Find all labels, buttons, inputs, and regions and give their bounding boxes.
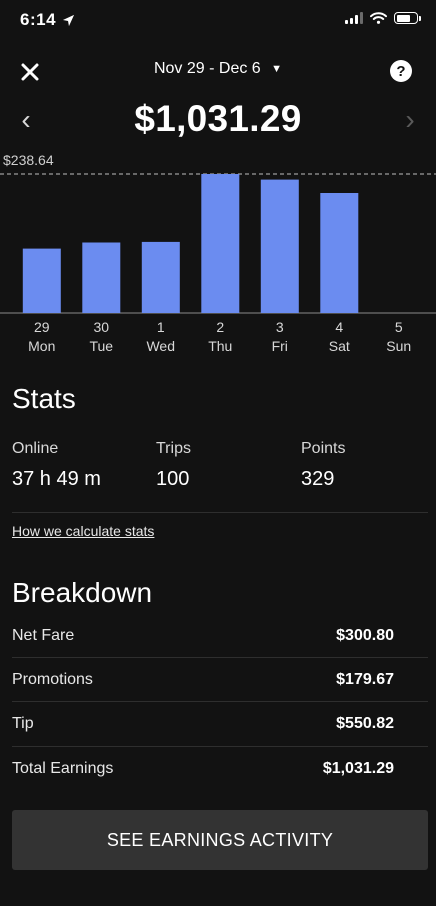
chart-bar-wed[interactable] — [141, 241, 180, 313]
stat-online-value: 37 h 49 m — [12, 468, 101, 490]
chart-day-name: Tue — [89, 338, 114, 354]
chart-day-number: 29 — [33, 319, 50, 335]
stat-points-value: 329 — [301, 468, 335, 490]
stat-trips-value: 100 — [156, 468, 190, 490]
chart-day-name: Wed — [146, 338, 176, 354]
chart-day-label: 1 Wed — [133, 318, 189, 356]
chart-bar-thu[interactable] — [201, 174, 240, 313]
help-button[interactable]: ? — [390, 60, 412, 82]
close-icon — [21, 63, 39, 81]
next-week-button[interactable]: › — [400, 104, 420, 136]
chart-day-label: 30 Tue — [73, 318, 129, 356]
see-earnings-activity-label: SEE EARNINGS ACTIVITY — [106, 829, 334, 850]
cellular-signal-icon — [345, 12, 363, 24]
status-bar-time: 6:14 — [20, 10, 75, 30]
breakdown-net-fare-value: $300.80 — [336, 627, 394, 644]
chart-day-number: 4 — [335, 319, 344, 335]
chart-day-name: Sat — [328, 338, 350, 354]
chart-day-name: Fri — [271, 338, 288, 354]
breakdown-total-value: $1,031.29 — [322, 760, 394, 777]
divider — [12, 512, 428, 513]
chart-day-name: Mon — [28, 338, 56, 354]
chart-day-label: 4 Sat — [311, 318, 367, 356]
wifi-icon — [370, 12, 387, 24]
chart-day-number: 2 — [216, 319, 225, 335]
chevron-down-icon: ▼ — [271, 62, 283, 75]
status-time: 6:14 — [20, 10, 57, 29]
stat-online-label: Online — [12, 440, 59, 457]
breakdown-title: Breakdown — [12, 577, 153, 608]
total-earnings: $1,031.29 — [134, 98, 302, 139]
divider — [12, 657, 428, 658]
question-mark-icon: ? — [396, 62, 406, 80]
chart-day-label: 3 Fri — [252, 318, 308, 356]
chart-day-name: Thu — [208, 338, 233, 354]
chart-day-number: 3 — [275, 319, 284, 335]
breakdown-tip-label: Tip — [12, 715, 34, 732]
chart-bar-sat[interactable] — [320, 193, 359, 313]
breakdown-tip-value: $550.82 — [336, 715, 394, 732]
stat-points-label: Points — [301, 440, 346, 457]
chart-bar-fri[interactable] — [260, 179, 299, 313]
breakdown-promotions-value: $179.67 — [336, 671, 394, 688]
breakdown-net-fare-label: Net Fare — [12, 627, 75, 644]
close-button[interactable] — [16, 58, 44, 86]
see-earnings-activity-button[interactable]: SEE EARNINGS ACTIVITY — [12, 810, 428, 870]
chart-day-label: 2 Thu — [192, 318, 248, 356]
chart-day-label: 29 Mon — [14, 318, 70, 356]
stats-title: Stats — [12, 383, 76, 414]
date-range-label: Nov 29 - Dec 6 — [153, 60, 261, 77]
divider — [12, 701, 428, 702]
chevron-right-icon: › — [405, 104, 415, 135]
chart-bar-mon[interactable] — [22, 248, 61, 313]
chart-bar-tue[interactable] — [82, 242, 121, 314]
breakdown-promotions-label: Promotions — [12, 671, 93, 688]
chart-day-label: 5 Sun — [371, 318, 427, 356]
chart-day-number: 5 — [394, 319, 403, 335]
chart-day-number: 30 — [93, 319, 110, 335]
chart-day-number: 1 — [156, 319, 165, 335]
divider — [12, 746, 428, 747]
breakdown-total-label: Total Earnings — [12, 760, 114, 777]
location-arrow-icon — [62, 14, 75, 26]
status-icons — [345, 12, 421, 24]
chart-day-name: Sun — [386, 338, 412, 354]
date-range-selector[interactable]: Nov 29 - Dec 6 ▼ — [138, 60, 298, 78]
stat-trips-label: Trips — [156, 440, 191, 457]
battery-icon — [394, 12, 421, 24]
earnings-bar-chart — [0, 173, 436, 314]
how-we-calculate-stats-link[interactable]: How we calculate stats — [12, 523, 154, 539]
